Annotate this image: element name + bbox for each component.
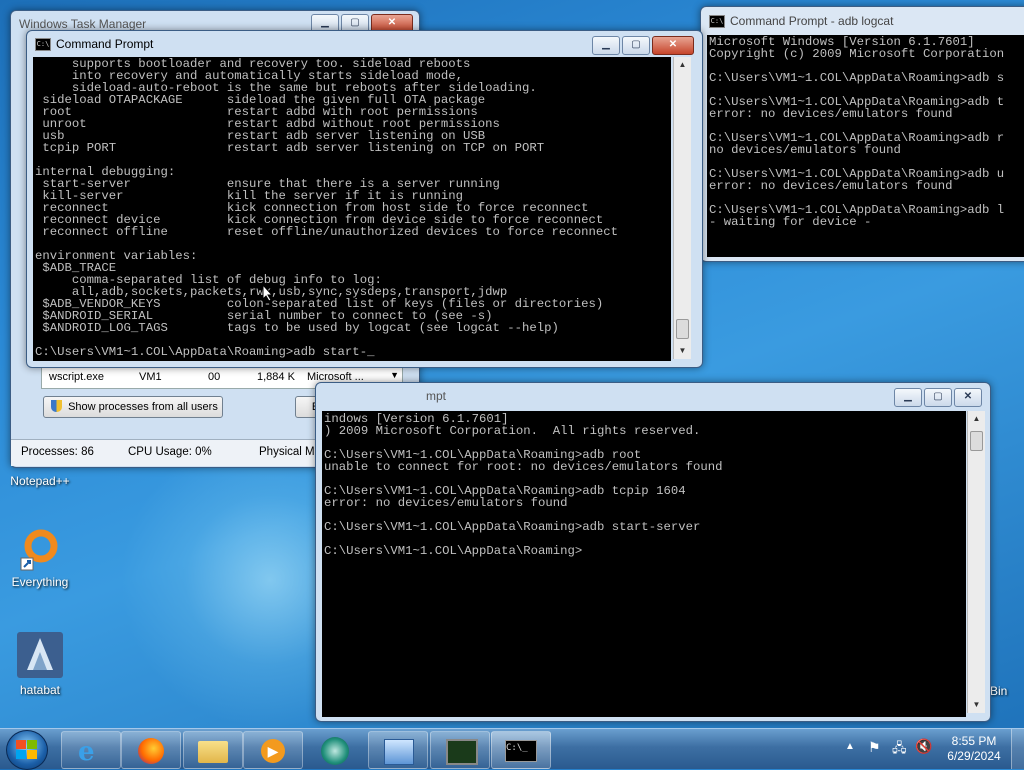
- show-all-label: Show processes from all users: [68, 401, 218, 413]
- cmd-icon: C:\: [709, 14, 725, 28]
- everything-icon: [20, 529, 58, 571]
- app-swirl-icon: [321, 737, 349, 765]
- show-all-processes-button[interactable]: Show processes from all users: [43, 396, 223, 418]
- taskbar-task-manager-button[interactable]: [430, 731, 490, 769]
- scrollbar-thumb[interactable]: [676, 319, 689, 339]
- cmd-third-titlebar[interactable]: mpt: [316, 383, 990, 409]
- taskbar-media-player-button[interactable]: ▶: [243, 731, 303, 769]
- cmd-main-scrollbar[interactable]: ▲ ▼: [673, 57, 691, 359]
- process-memory: 1,884 K: [257, 371, 295, 383]
- console-line: $ANDROID_LOG_TAGS tags to be used by log…: [35, 321, 559, 335]
- console-line: C:\Users\VM1~1.COL\AppData\Roaming>: [324, 544, 583, 558]
- cmd-main-console[interactable]: supports bootloader and recovery too. si…: [33, 57, 671, 361]
- minimize-button[interactable]: ▁: [592, 36, 620, 55]
- console-line: ) 2009 Microsoft Corporation. All rights…: [324, 424, 701, 438]
- close-button[interactable]: ✕: [954, 388, 982, 407]
- console-line: error: no devices/emulators found: [709, 179, 953, 193]
- taskbar-app-button[interactable]: [306, 731, 366, 769]
- taskbar-firefox-button[interactable]: [121, 731, 181, 769]
- cmd-third-title: mpt: [426, 389, 447, 403]
- desktop-icon-label: Notepad++: [10, 474, 70, 488]
- console-line: no devices/emulators found: [709, 143, 901, 157]
- start-button[interactable]: [6, 730, 48, 770]
- cmd-taskbar-icon: C:\_: [505, 740, 537, 762]
- task-manager-icon: [446, 739, 478, 765]
- internet-explorer-icon: e: [78, 737, 95, 767]
- close-button[interactable]: ✕: [652, 36, 694, 55]
- scroll-down-arrow-icon[interactable]: ▼: [390, 370, 399, 380]
- task-manager-title: Windows Task Manager: [19, 17, 147, 31]
- scrollbar-thumb[interactable]: [970, 431, 983, 451]
- volume-muted-icon[interactable]: 🔇: [915, 738, 932, 755]
- status-cpu: CPU Usage: 0%: [128, 446, 212, 458]
- console-line: error: no devices/emulators found: [324, 496, 568, 510]
- scroll-up-arrow-icon[interactable]: ▲: [674, 57, 691, 73]
- cmd-logcat-title: Command Prompt - adb logcat: [730, 14, 894, 28]
- text-cursor: _: [367, 345, 375, 359]
- process-name: wscript.exe: [49, 371, 105, 383]
- console-line: environment variables:: [35, 249, 198, 263]
- show-desktop-button[interactable]: [1011, 729, 1024, 769]
- console-line: reconnect offline reset offline/unauthor…: [35, 225, 618, 239]
- cmd-third-console[interactable]: indows [Version 6.1.7601]) 2009 Microsof…: [322, 411, 966, 717]
- cmd-main-window[interactable]: C:\ Command Prompt ▁ ▢ ✕ supports bootlo…: [26, 30, 703, 368]
- desktop-icon-label: hatabat: [19, 683, 61, 697]
- cmd-main-controls: ▁ ▢ ✕: [592, 36, 694, 55]
- console-line: - waiting for device -: [709, 215, 872, 229]
- tray-expand-icon[interactable]: ▲: [845, 741, 855, 752]
- taskbar-explorer-button[interactable]: [183, 731, 243, 769]
- maximize-button[interactable]: ▢: [622, 36, 650, 55]
- hatabat-icon: [17, 632, 63, 678]
- control-panel-icon: [384, 739, 414, 765]
- windows-logo-icon: [16, 740, 37, 759]
- firefox-icon: [138, 738, 164, 764]
- taskbar-control-panel-button[interactable]: [368, 731, 428, 769]
- console-line: error: no devices/emulators found: [709, 107, 953, 121]
- clock-time: 8:55 PM: [951, 734, 997, 748]
- clock-date: 6/29/2024: [947, 749, 1001, 763]
- console-line: C:\Users\VM1~1.COL\AppData\Roaming>adb s…: [35, 345, 375, 359]
- desktop-icon-everything[interactable]: Everything: [0, 526, 80, 589]
- cmd-third-scrollbar[interactable]: ▲ ▼: [967, 411, 985, 713]
- cmd-third-controls: ▁ ▢ ✕: [894, 388, 982, 407]
- cmd-icon: C:\: [35, 37, 51, 51]
- desktop-icon-label: Everything: [11, 575, 69, 589]
- console-line: unable to connect for root: no devices/e…: [324, 460, 723, 474]
- cmd-main-title: Command Prompt: [56, 37, 154, 51]
- taskbar-ie-button[interactable]: e: [61, 731, 121, 769]
- shield-icon: [51, 400, 62, 412]
- desktop-icon-notepadpp[interactable]: Notepad++: [0, 474, 80, 488]
- console-line: C:\Users\VM1~1.COL\AppData\Roaming>adb s: [709, 71, 1005, 85]
- action-center-flag-icon[interactable]: ⚑: [868, 739, 881, 756]
- scroll-up-arrow-icon[interactable]: ▲: [968, 411, 985, 427]
- folder-icon: [198, 741, 228, 763]
- minimize-button[interactable]: ▁: [894, 388, 922, 407]
- taskbar: e ▶ C:\_ ▲ ⚑ 🖧 🔇 8:55 PM 6/29/2024: [0, 728, 1024, 770]
- console-line: C:\Users\VM1~1.COL\AppData\Roaming>adb s…: [324, 520, 701, 534]
- console-line: Copyright (c) 2009 Microsoft Corporation: [709, 47, 1005, 61]
- media-player-icon: ▶: [261, 739, 285, 763]
- cmd-third-window[interactable]: mpt ▁ ▢ ✕ indows [Version 6.1.7601]) 200…: [315, 382, 991, 722]
- process-cpu: 00: [208, 371, 221, 383]
- console-line: tcpip PORT restart adb server listening …: [35, 141, 545, 155]
- scroll-down-arrow-icon[interactable]: ▼: [674, 343, 691, 359]
- network-icon[interactable]: 🖧: [892, 739, 907, 761]
- taskbar-cmd-button[interactable]: C:\_: [491, 731, 551, 769]
- cmd-logcat-window[interactable]: C:\ Command Prompt - adb logcat Microsof…: [700, 6, 1024, 262]
- cmd-logcat-titlebar[interactable]: C:\ Command Prompt - adb logcat: [701, 7, 1024, 35]
- scroll-down-arrow-icon[interactable]: ▼: [968, 697, 985, 713]
- recycle-bin-label[interactable]: Bin: [990, 684, 1007, 698]
- status-processes: Processes: 86: [21, 446, 94, 458]
- cmd-logcat-console[interactable]: Microsoft Windows [Version 6.1.7601] Copy…: [707, 35, 1024, 257]
- clock[interactable]: 8:55 PM 6/29/2024: [944, 734, 1004, 764]
- desktop-icon-hatabat[interactable]: hatabat: [0, 630, 80, 697]
- maximize-button[interactable]: ▢: [924, 388, 952, 407]
- mouse-cursor-icon: [262, 284, 274, 302]
- process-user: VM1: [139, 371, 162, 383]
